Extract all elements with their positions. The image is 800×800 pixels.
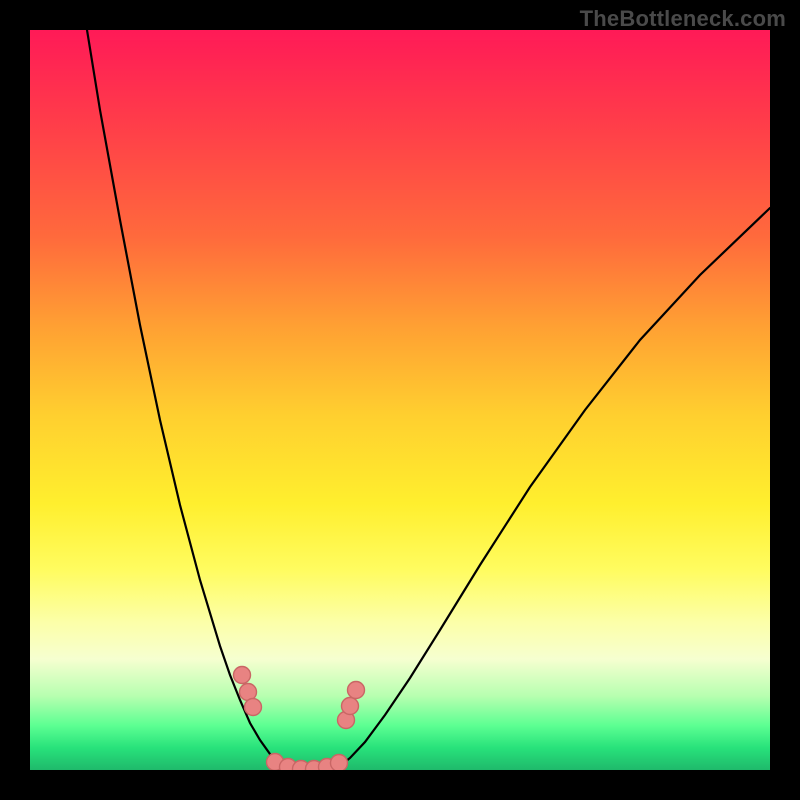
data-points	[234, 667, 365, 771]
right-dot-2	[342, 698, 359, 715]
left-curve	[87, 30, 280, 764]
left-dot-3	[245, 699, 262, 716]
right-dot-3	[348, 682, 365, 699]
left-dot-1	[234, 667, 251, 684]
watermark-text: TheBottleneck.com	[580, 6, 786, 32]
chart-svg	[30, 30, 770, 770]
right-curve	[340, 208, 770, 766]
bottom-dot-6	[331, 755, 348, 771]
chart-plot-area	[30, 30, 770, 770]
chart-frame: TheBottleneck.com	[0, 0, 800, 800]
